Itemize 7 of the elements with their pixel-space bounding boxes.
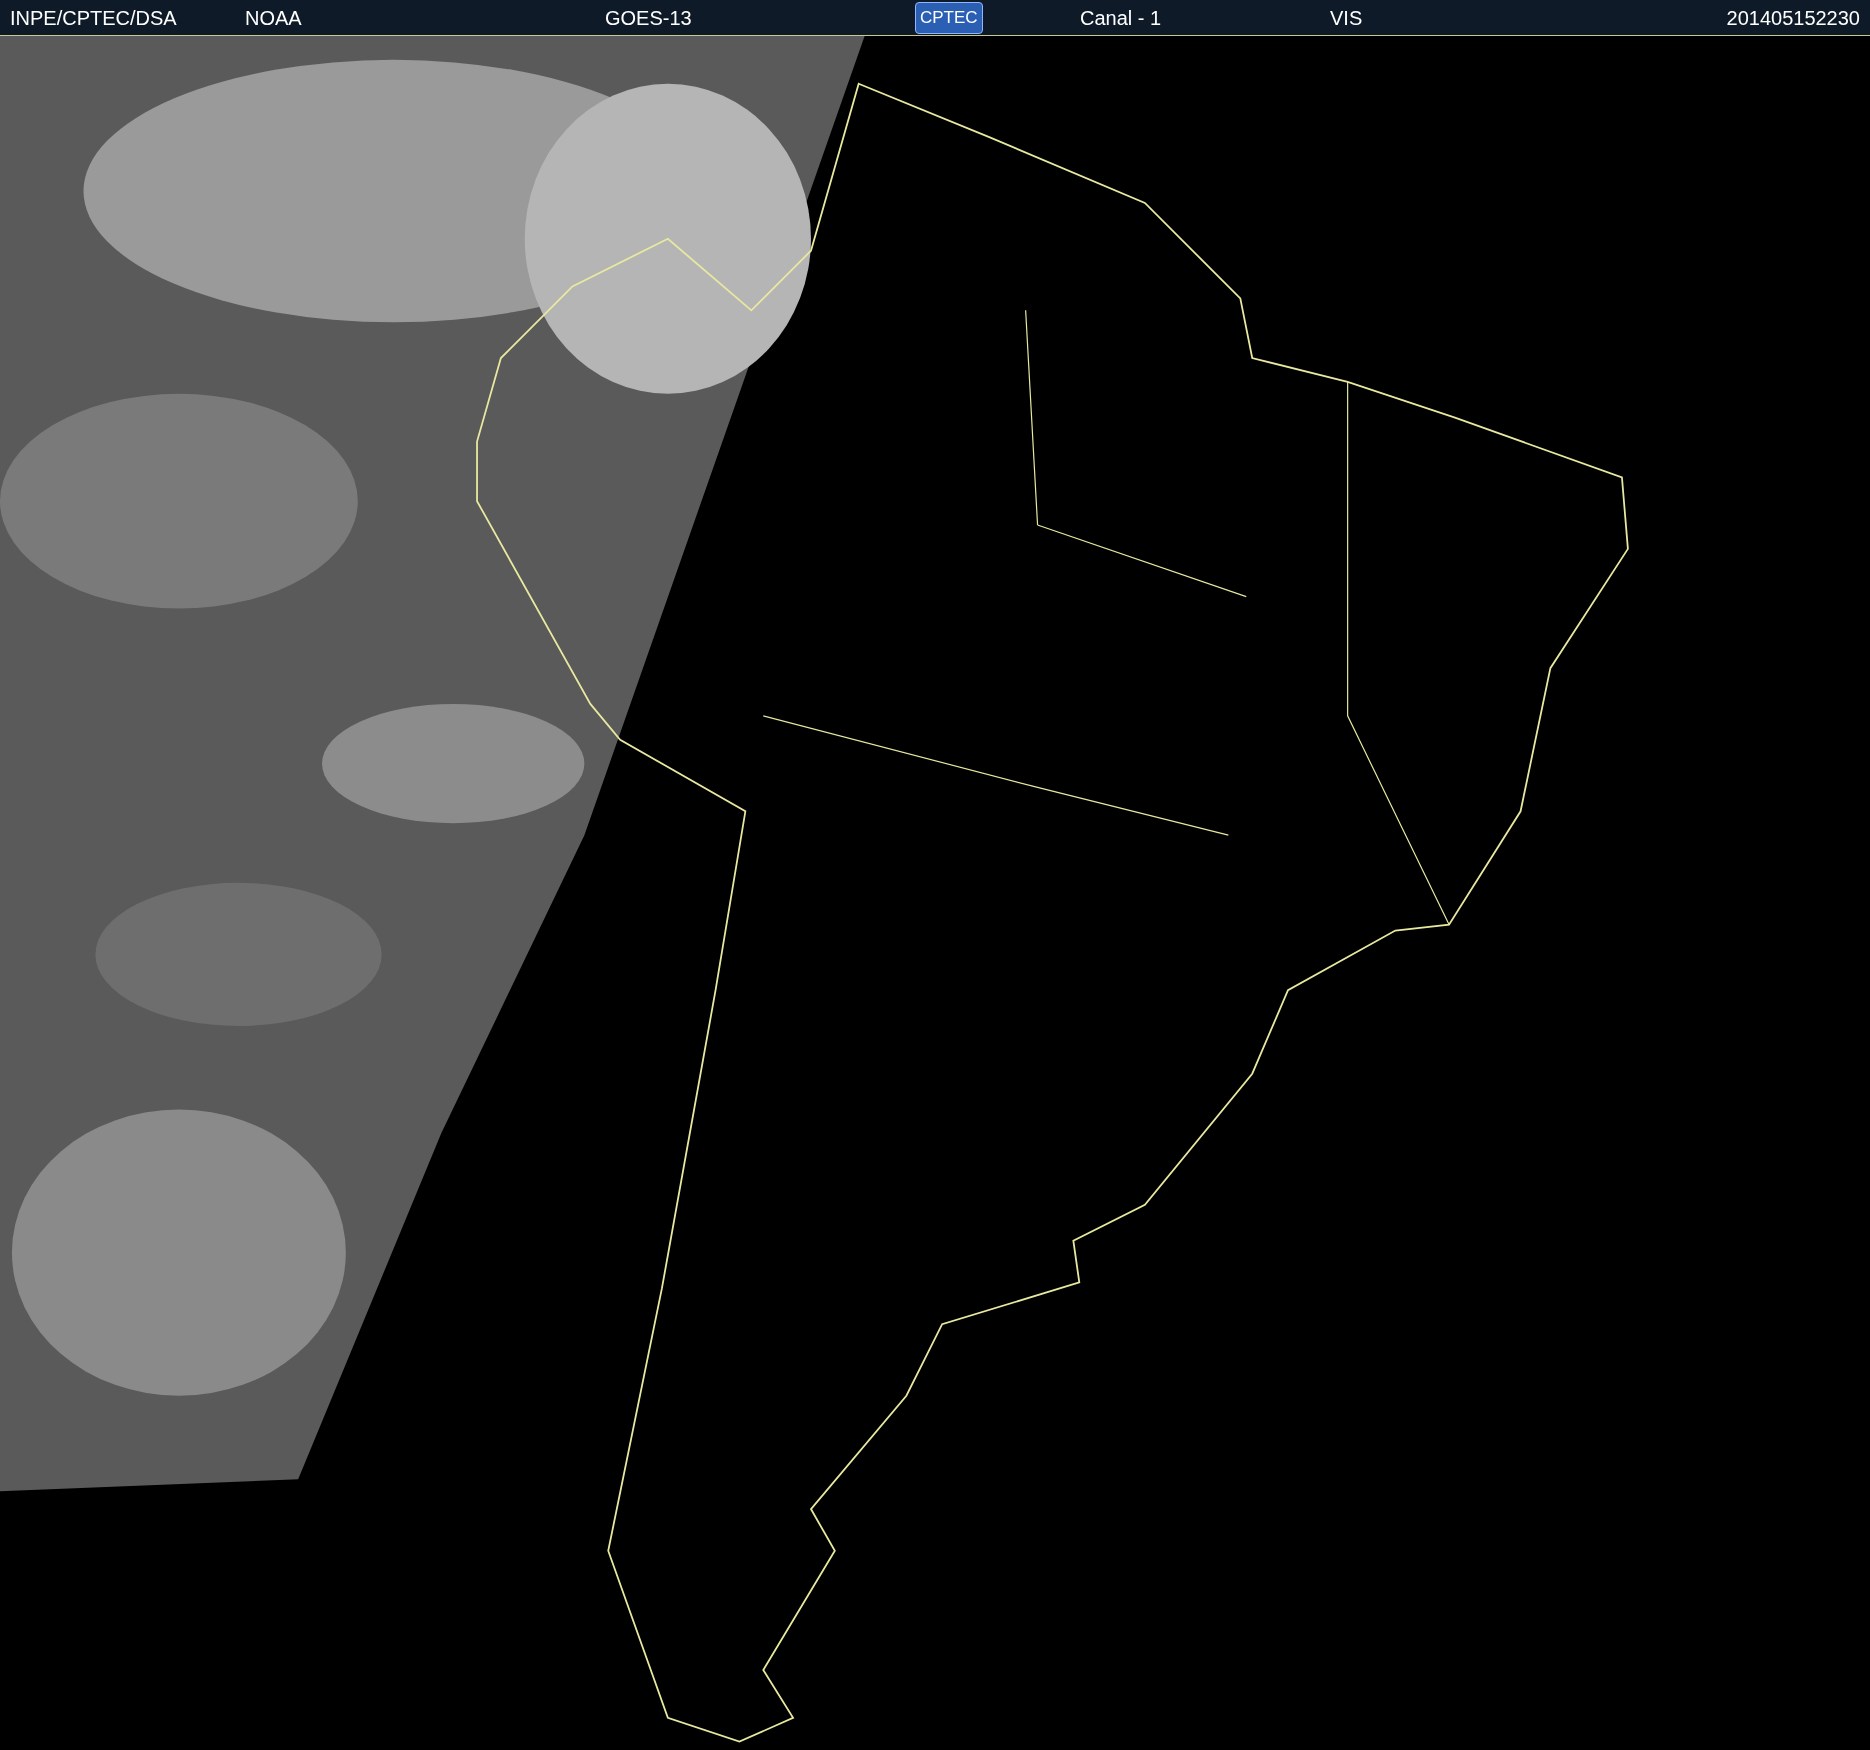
- header-label: 201405152230: [1726, 5, 1860, 31]
- header-label: GOES-13: [605, 5, 692, 31]
- header-label: Canal - 1: [1080, 5, 1162, 31]
- logo-badge: CPTEC: [915, 1, 983, 34]
- header-label: INPE/CPTEC/DSA: [10, 5, 177, 31]
- header-label: VIS: [1330, 5, 1363, 31]
- header-label: NOAA: [245, 5, 302, 31]
